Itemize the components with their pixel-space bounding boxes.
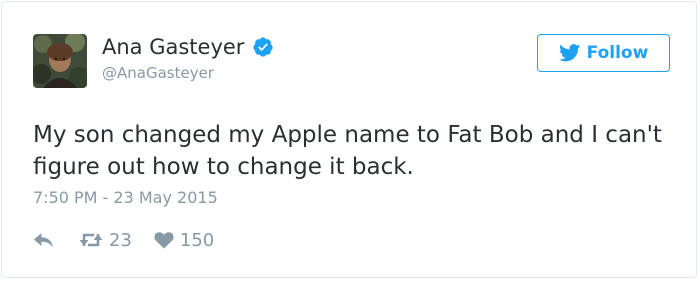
tweet-card: Ana Gasteyer @AnaGasteyer Follow My son … [1, 1, 697, 278]
like-count: 150 [179, 229, 215, 251]
reply-icon [34, 233, 53, 248]
tweet-actions: 23 150 [33, 228, 214, 252]
tweet-text: My son changed my Apple name to Fat Bob … [33, 122, 662, 180]
retweet-icon [79, 233, 103, 247]
heart-icon [154, 232, 174, 249]
author-handle[interactable]: @AnaGasteyer [102, 64, 214, 82]
author-name[interactable]: Ana Gasteyer [102, 35, 244, 59]
follow-button-label: Follow [586, 43, 649, 63]
retweet-button[interactable]: 23 [79, 230, 132, 251]
retweet-count: 23 [109, 229, 132, 251]
reply-button[interactable] [33, 231, 55, 249]
author-name-row[interactable]: Ana Gasteyer [102, 35, 274, 59]
follow-button[interactable]: Follow [537, 34, 670, 72]
verified-badge-icon [252, 36, 274, 58]
twitter-bird-icon [558, 44, 581, 62]
avatar[interactable] [33, 34, 87, 88]
like-button[interactable]: 150 [154, 230, 214, 251]
avatar-image [33, 34, 87, 88]
tweet-timestamp[interactable]: 7:50 PM - 23 May 2015 [33, 188, 218, 207]
